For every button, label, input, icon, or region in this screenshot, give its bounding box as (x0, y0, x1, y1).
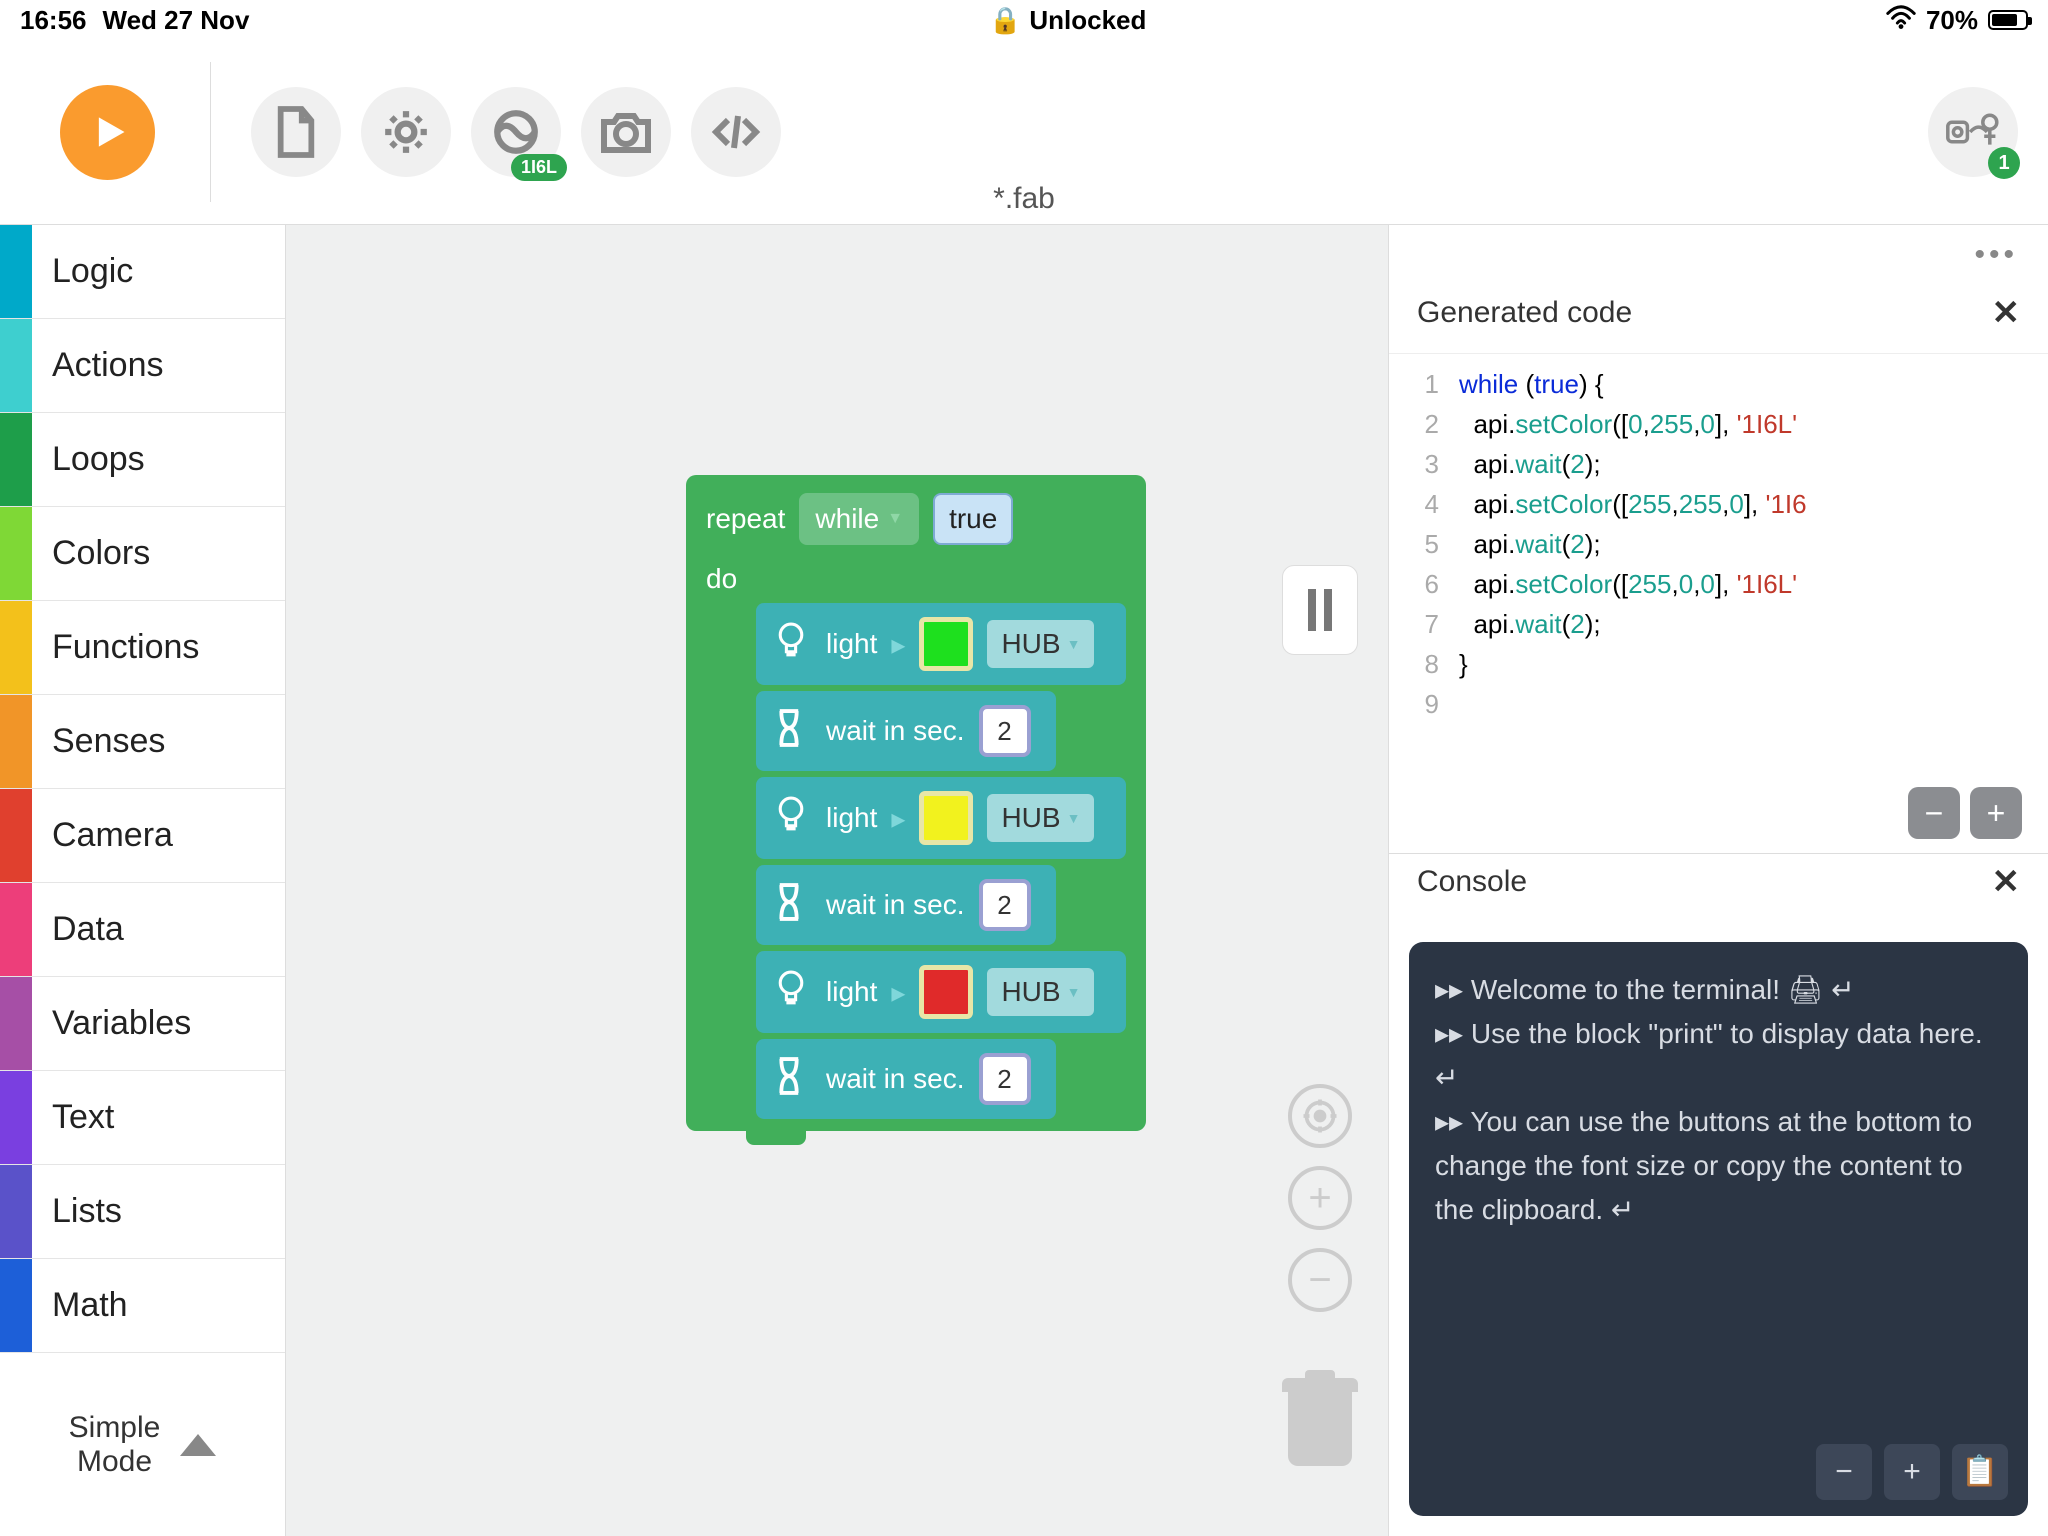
right-panel: ••• Generated code ✕ 1while (true) {2 ap… (1388, 225, 2048, 1536)
pause-button[interactable] (1282, 565, 1358, 655)
wait-block[interactable]: wait in sec.2 (756, 865, 1056, 945)
repeat-block[interactable]: repeat while▼ true do light▸HUB ▼wait in… (686, 475, 1146, 1131)
bulb-icon (774, 969, 812, 1016)
settings-button[interactable] (361, 87, 451, 177)
status-bar: 16:56 Wed 27 Nov 🔒 Unlocked 70% (0, 0, 2048, 40)
hourglass-icon (774, 708, 812, 755)
simple-mode-toggle[interactable]: Simple Mode (0, 1353, 285, 1536)
wait-value[interactable]: 2 (979, 879, 1031, 931)
close-code-panel[interactable]: ✕ (1992, 293, 2021, 333)
console-panel: Console ✕ ▸▸ Welcome to the terminal! 🖨 … (1389, 853, 2048, 1536)
wait-block[interactable]: wait in sec.2 (756, 1039, 1056, 1119)
play-button[interactable] (60, 85, 155, 180)
status-time: 16:56 (20, 5, 87, 36)
color-swatch[interactable] (919, 617, 973, 671)
toolbar: 1I6L *.fab 1 (0, 40, 2048, 225)
category-colors[interactable]: Colors (0, 507, 285, 601)
trash-button[interactable] (1282, 1370, 1358, 1466)
close-console-panel[interactable]: ✕ (1992, 862, 2021, 902)
do-label: do (706, 563, 1126, 595)
hub-dropdown[interactable]: HUB ▼ (987, 968, 1094, 1016)
hub-count-badge: 1 (1988, 147, 2020, 179)
block-stack[interactable]: repeat while▼ true do light▸HUB ▼wait in… (686, 475, 1146, 1145)
wait-value[interactable]: 2 (979, 705, 1031, 757)
term-font-minus[interactable]: − (1816, 1444, 1872, 1500)
code-font-plus[interactable]: + (1970, 787, 2022, 839)
category-variables[interactable]: Variables (0, 977, 285, 1071)
generated-code-title: Generated code (1417, 296, 1632, 330)
battery-icon (1988, 10, 2028, 30)
panel-menu-icon[interactable]: ••• (1389, 225, 2048, 285)
center-view-button[interactable] (1288, 1084, 1352, 1148)
light-block[interactable]: light▸HUB ▼ (756, 603, 1126, 685)
light-block[interactable]: light▸HUB ▼ (756, 777, 1126, 859)
terminal[interactable]: ▸▸ Welcome to the terminal! 🖨 ↵▸▸ Use th… (1409, 942, 2028, 1516)
zoom-in-button[interactable]: + (1288, 1166, 1352, 1230)
term-copy-button[interactable]: 📋 (1952, 1444, 2008, 1500)
hourglass-icon (774, 882, 812, 929)
category-lists[interactable]: Lists (0, 1165, 285, 1259)
sidebar: LogicActionsLoopsColorsFunctionsSensesCa… (0, 225, 286, 1536)
term-font-plus[interactable]: + (1884, 1444, 1940, 1500)
wait-value[interactable]: 2 (979, 1053, 1031, 1105)
category-senses[interactable]: Senses (0, 695, 285, 789)
wifi-icon (1886, 5, 1916, 36)
category-loops[interactable]: Loops (0, 413, 285, 507)
hub-status-button[interactable]: 1 (1928, 87, 2018, 177)
category-logic[interactable]: Logic (0, 225, 285, 319)
color-swatch[interactable] (919, 965, 973, 1019)
filename[interactable]: *.fab (993, 182, 1055, 216)
status-date: Wed 27 Nov (103, 5, 250, 36)
lock-label: Unlocked (1029, 5, 1146, 36)
conn-badge: 1I6L (511, 154, 567, 181)
hub-dropdown[interactable]: HUB ▼ (987, 794, 1094, 842)
color-swatch[interactable] (919, 791, 973, 845)
light-block[interactable]: light▸HUB ▼ (756, 951, 1126, 1033)
category-text[interactable]: Text (0, 1071, 285, 1165)
category-data[interactable]: Data (0, 883, 285, 977)
hub-dropdown[interactable]: HUB ▼ (987, 620, 1094, 668)
category-actions[interactable]: Actions (0, 319, 285, 413)
repeat-label: repeat (706, 503, 785, 535)
sensor-button[interactable]: 1I6L (471, 87, 561, 177)
code-button[interactable] (691, 87, 781, 177)
bulb-icon (774, 621, 812, 668)
true-block[interactable]: true (933, 493, 1013, 545)
lock-icon: 🔒 (989, 5, 1021, 36)
hourglass-icon (774, 1056, 812, 1103)
wait-block[interactable]: wait in sec.2 (756, 691, 1056, 771)
while-dropdown[interactable]: while▼ (799, 493, 919, 545)
block-canvas[interactable]: + − repeat while▼ true do light▸HUB ▼wai… (286, 225, 1388, 1536)
code-view[interactable]: 1while (true) {2 api.setColor([0,255,0],… (1389, 353, 2048, 853)
file-button[interactable] (251, 87, 341, 177)
category-functions[interactable]: Functions (0, 601, 285, 695)
battery-pct: 70% (1926, 5, 1978, 36)
chevron-up-icon (180, 1434, 216, 1456)
category-math[interactable]: Math (0, 1259, 285, 1353)
bulb-icon (774, 795, 812, 842)
code-font-minus[interactable]: − (1908, 787, 1960, 839)
zoom-out-button[interactable]: − (1288, 1248, 1352, 1312)
console-title: Console (1417, 865, 1527, 899)
category-camera[interactable]: Camera (0, 789, 285, 883)
camera-button[interactable] (581, 87, 671, 177)
